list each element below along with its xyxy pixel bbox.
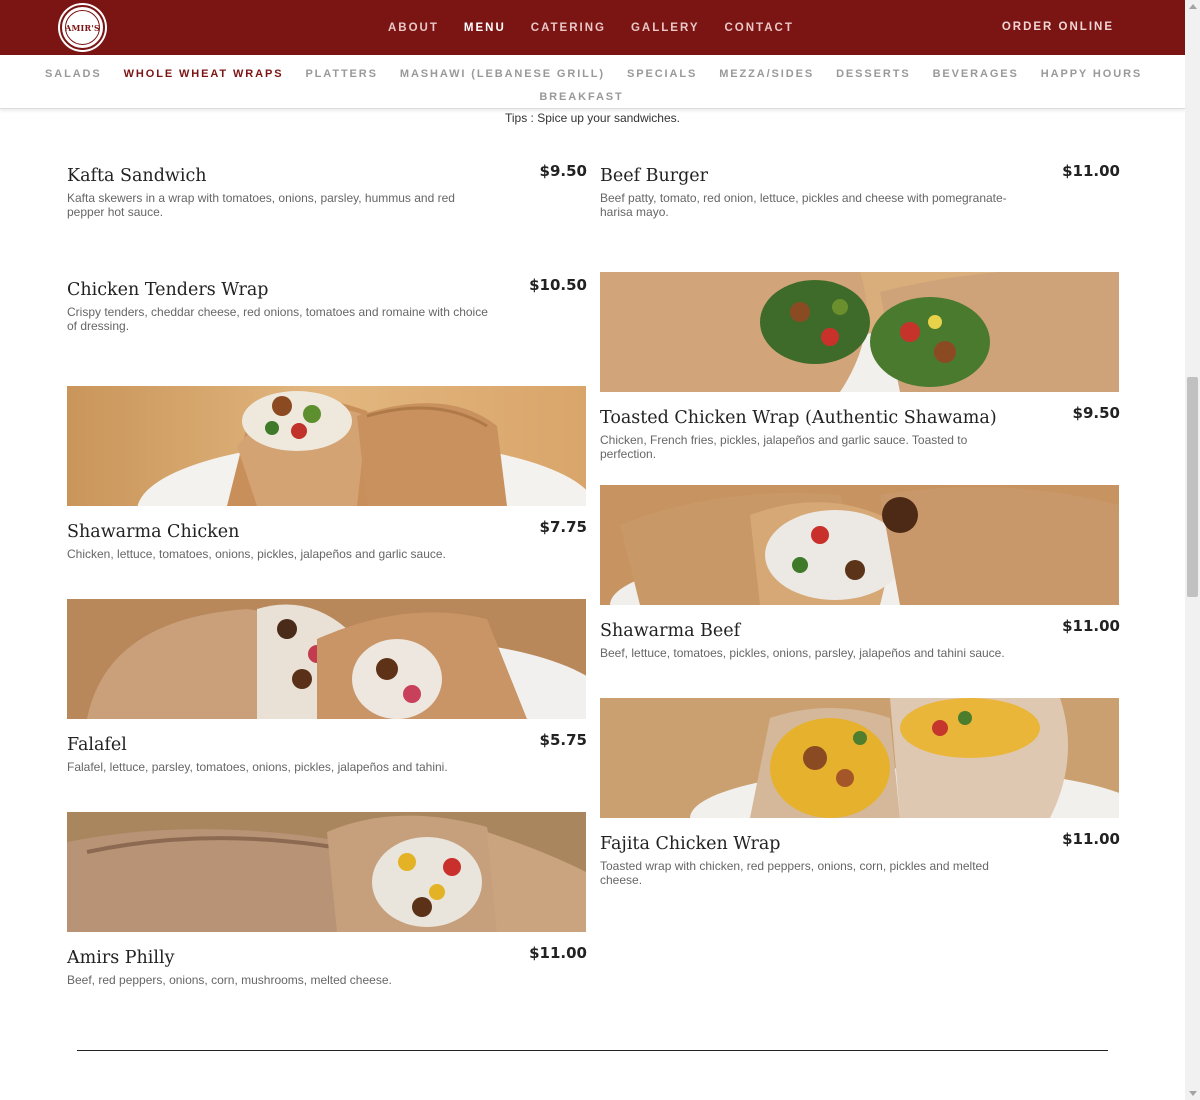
category-platters[interactable]: PLATTERS	[305, 68, 377, 80]
nav-menu[interactable]: MENU	[464, 22, 506, 34]
toasted-chicken-wrap-photo	[600, 272, 1119, 392]
menu-item: Chicken Tenders Wrap $10.50 Crispy tende…	[67, 276, 587, 386]
item-name: Fajita Chicken Wrap	[600, 834, 781, 854]
menu-item: Toasted Chicken Wrap (Authentic Shawama)…	[600, 272, 1120, 485]
nav-gallery[interactable]: GALLERY	[631, 22, 700, 34]
menu-column-right: Beef Burger $11.00 Beef patty, tomato, r…	[600, 150, 1120, 887]
category-desserts[interactable]: DESSERTS	[836, 68, 911, 80]
category-mashawi[interactable]: MASHAWI (LEBANESE GRILL)	[400, 68, 605, 80]
category-specials[interactable]: SPECIALS	[627, 68, 697, 80]
scroll-up-arrow-icon[interactable]	[1189, 4, 1197, 9]
item-price: $11.00	[1062, 617, 1120, 635]
item-price: $11.00	[1062, 162, 1120, 180]
item-description: Kafta skewers in a wrap with tomatoes, o…	[67, 191, 455, 219]
menu-item: Beef Burger $11.00 Beef patty, tomato, r…	[600, 162, 1120, 272]
item-description: Chicken, lettuce, tomatoes, onions, pick…	[67, 547, 446, 561]
shawarma-beef-photo	[600, 485, 1119, 605]
category-mezza-sides[interactable]: MEZZA/SIDES	[719, 68, 814, 80]
nav-about[interactable]: ABOUT	[388, 22, 439, 34]
item-description: Beef, red peppers, onions, corn, mushroo…	[67, 973, 392, 987]
falafel-photo	[67, 599, 586, 719]
item-name: Falafel	[67, 735, 127, 755]
menu-item: Falafel $5.75 Falafel, lettuce, parsley,…	[67, 599, 587, 812]
item-price: $9.50	[1072, 404, 1120, 422]
item-description: Falafel, lettuce, parsley, tomatoes, oni…	[67, 760, 448, 774]
menu-item: Shawarma Beef $11.00 Beef, lettuce, toma…	[600, 485, 1120, 698]
category-whole-wheat-wraps[interactable]: WHOLE WHEAT WRAPS	[124, 68, 284, 80]
amirs-philly-photo	[67, 812, 586, 932]
category-happy-hours[interactable]: HAPPY HOURS	[1041, 68, 1142, 80]
nav-catering[interactable]: CATERING	[531, 22, 606, 34]
item-name: Shawarma Chicken	[67, 522, 240, 542]
category-beverages[interactable]: BEVERAGES	[933, 68, 1019, 80]
shawarma-chicken-photo	[67, 386, 586, 506]
item-name: Chicken Tenders Wrap	[67, 280, 269, 300]
logo-text: AMIR'S	[65, 22, 100, 33]
item-description: Beef, lettuce, tomatoes, pickles, onions…	[600, 646, 1005, 660]
item-price: $11.00	[1062, 830, 1120, 848]
page-scrollbar[interactable]	[1185, 0, 1200, 1100]
item-description: Beef patty, tomato, red onion, lettuce, …	[600, 191, 1007, 219]
menu-item: Shawarma Chicken $7.75 Chicken, lettuce,…	[67, 386, 587, 599]
category-salads[interactable]: SALADS	[45, 68, 102, 80]
item-price: $9.50	[539, 162, 587, 180]
tips-text: Tips : Spice up your sandwiches.	[505, 111, 680, 125]
logo-ring: AMIR'S	[65, 10, 100, 45]
item-description: Crispy tenders, cheddar cheese, red onio…	[67, 305, 488, 333]
item-price: $7.75	[539, 518, 587, 536]
category-row: SALADS WHOLE WHEAT WRAPS PLATTERS MASHAW…	[45, 68, 1142, 80]
menu-item: Kafta Sandwich $9.50 Kafta skewers in a …	[67, 162, 587, 264]
item-name: Kafta Sandwich	[67, 166, 207, 186]
category-breakfast[interactable]: BREAKFAST	[539, 91, 623, 103]
menu-item: Fajita Chicken Wrap $11.00 Toasted wrap …	[600, 698, 1120, 887]
item-price: $5.75	[539, 731, 587, 749]
footer-divider	[77, 1050, 1108, 1051]
category-row-2: BREAKFAST	[0, 87, 1163, 105]
top-navigation-bar: AMIR'S ABOUT MENU CATERING GALLERY CONTA…	[0, 0, 1185, 55]
menu-item: Amirs Philly $11.00 Beef, red peppers, o…	[67, 812, 587, 987]
order-online-link[interactable]: ORDER ONLINE	[1002, 21, 1114, 33]
item-description: Chicken, French fries, pickles, jalapeño…	[600, 433, 968, 461]
amirs-logo[interactable]: AMIR'S	[60, 5, 105, 50]
fajita-chicken-wrap-photo	[600, 698, 1119, 818]
item-name: Shawarma Beef	[600, 621, 741, 641]
item-name: Toasted Chicken Wrap (Authentic Shawama)	[600, 408, 997, 428]
item-description: Toasted wrap with chicken, red peppers, …	[600, 859, 989, 887]
scrollbar-thumb[interactable]	[1187, 377, 1198, 597]
item-name: Amirs Philly	[67, 948, 175, 968]
item-price: $10.50	[529, 276, 587, 294]
menu-category-nav: SALADS WHOLE WHEAT WRAPS PLATTERS MASHAW…	[0, 55, 1185, 109]
main-nav: ABOUT MENU CATERING GALLERY CONTACT	[388, 0, 794, 55]
scroll-down-arrow-icon[interactable]	[1189, 1091, 1197, 1096]
nav-contact[interactable]: CONTACT	[725, 22, 794, 34]
item-price: $11.00	[529, 944, 587, 962]
item-name: Beef Burger	[600, 166, 709, 186]
menu-column-left: Kafta Sandwich $9.50 Kafta skewers in a …	[67, 150, 587, 987]
